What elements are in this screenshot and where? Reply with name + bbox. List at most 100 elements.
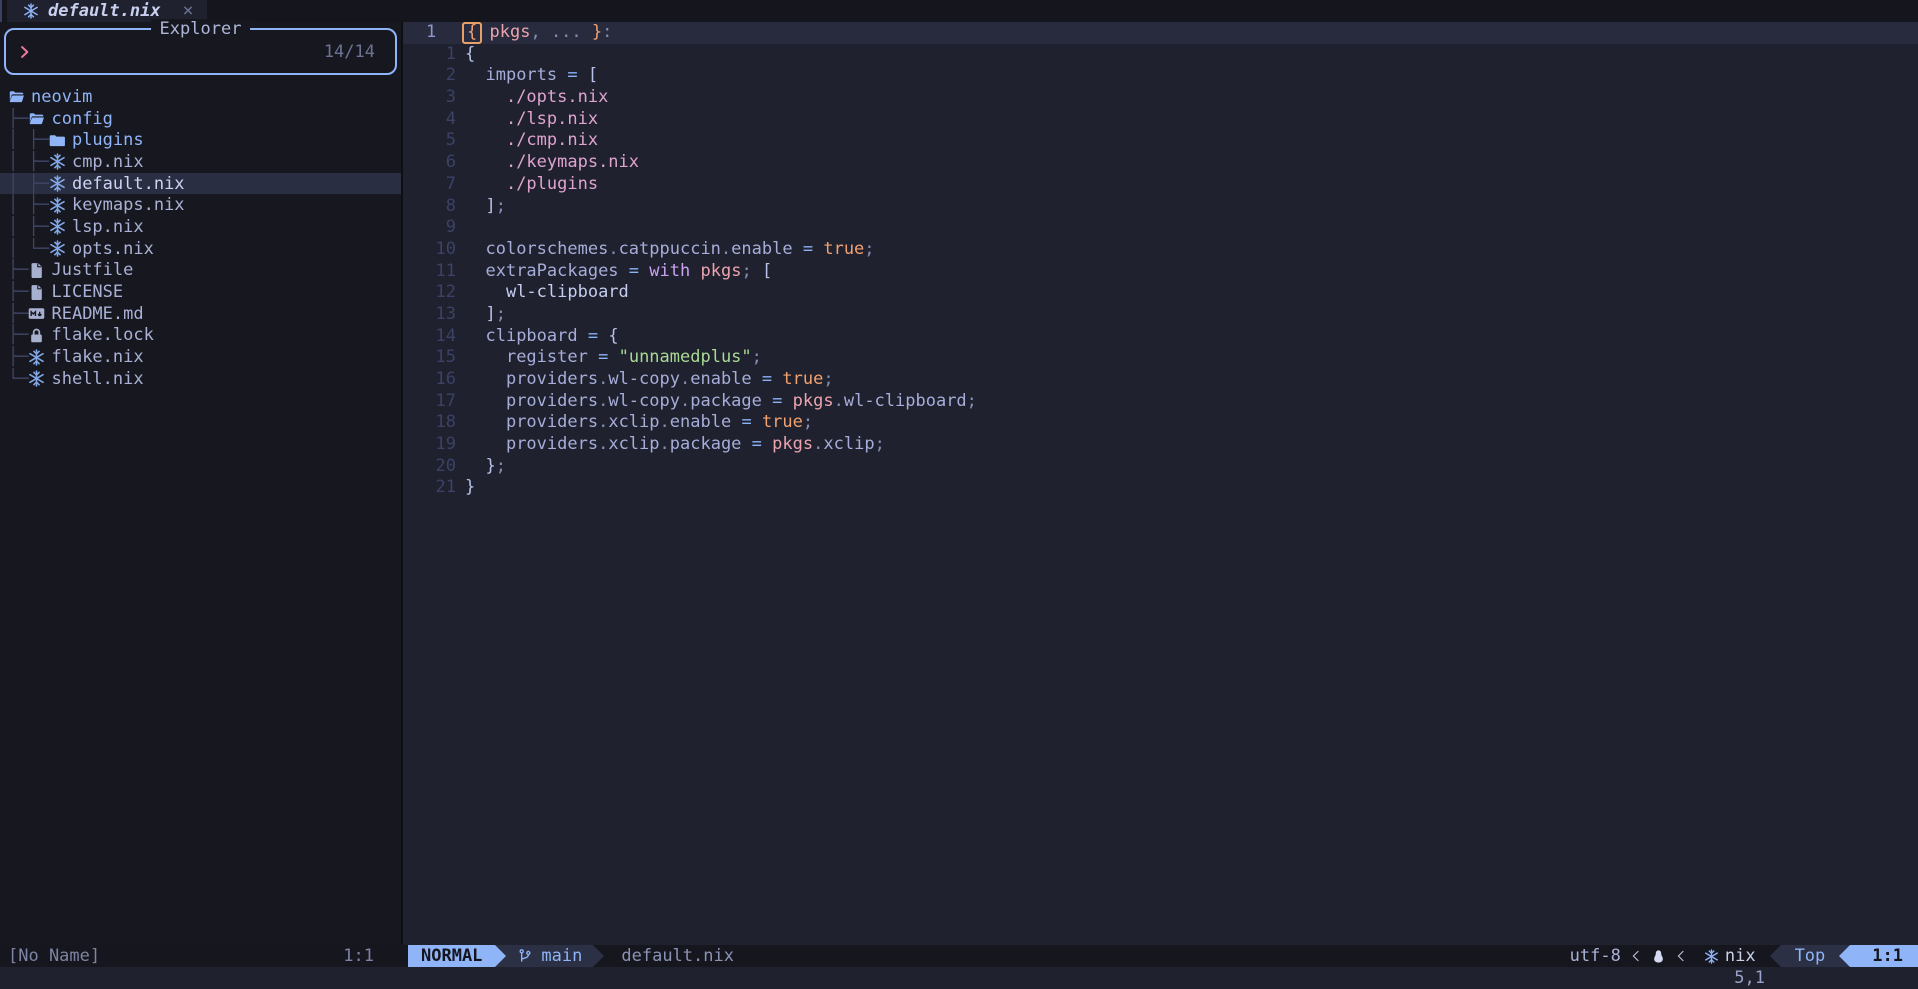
- tree-item-config[interactable]: ├─config: [0, 108, 401, 130]
- code-line-8[interactable]: 8 ];: [403, 196, 1918, 218]
- tree-item-lsp-nix[interactable]: │ ├─lsp.nix: [0, 216, 401, 238]
- nix-icon: [28, 349, 45, 366]
- code-token: {: [608, 326, 618, 348]
- chevron-left-icon: [1629, 949, 1643, 963]
- ruler-position: 5,1: [1734, 968, 1765, 988]
- code-token: .: [834, 391, 844, 413]
- powerline-separator: [495, 945, 506, 967]
- code-line-3[interactable]: 3 ./opts.nix: [403, 87, 1918, 109]
- code-line-17[interactable]: 17 providers.wl-copy.package = pkgs.wl-c…: [403, 391, 1918, 413]
- tree-item-justfile[interactable]: ├─Justfile: [0, 260, 401, 282]
- tree-item-readme-md[interactable]: ├─README.md: [0, 303, 401, 325]
- editor-buffer[interactable]: 1{ pkgs, ... }:1{2 imports = [3 ./opts.n…: [403, 22, 1918, 945]
- markdown-icon: [28, 305, 45, 322]
- line-number: 1: [403, 22, 456, 44]
- code-token: [465, 282, 506, 304]
- code-line-7[interactable]: 7 ./plugins: [403, 174, 1918, 196]
- code-line-15[interactable]: 15 register = "unnamedplus";: [403, 347, 1918, 369]
- explorer-filter-box[interactable]: Explorer 14/14: [4, 28, 397, 75]
- tree-item-shell-nix[interactable]: └─ shell.nix: [0, 368, 401, 390]
- code-line-13[interactable]: 13 ];: [403, 304, 1918, 326]
- code-line-4[interactable]: 4 ./lsp.nix: [403, 109, 1918, 131]
- tab-close-icon[interactable]: ×: [183, 2, 194, 20]
- code-token: providers: [506, 391, 598, 413]
- code-line-18[interactable]: 18 providers.xclip.enable = true;: [403, 412, 1918, 434]
- code-line-2[interactable]: 2 imports = [: [403, 65, 1918, 87]
- nix-icon: [49, 197, 66, 214]
- code-token: ;: [496, 456, 506, 478]
- code-line-6[interactable]: 6 ./keymaps.nix: [403, 152, 1918, 174]
- git-branch-segment[interactable]: main: [506, 945, 593, 967]
- nix-file-icon: [23, 3, 39, 19]
- tree-item-cmp-nix[interactable]: │ ├─cmp.nix: [0, 151, 401, 173]
- line-number: 17: [403, 391, 456, 413]
- line-number: 19: [403, 434, 456, 456]
- neovim-screen: default.nix × Explorer 14/14 neovim├─con…: [0, 0, 1918, 989]
- tree-item-keymaps-nix[interactable]: │ ├─keymaps.nix: [0, 194, 401, 216]
- tree-guide: │ ├─: [8, 130, 49, 150]
- tree-guide: └─: [8, 369, 28, 389]
- chevron-left-icon: [1674, 949, 1688, 963]
- tree-item-flake-nix[interactable]: ├─flake.nix: [0, 346, 401, 368]
- line-number: 12: [403, 282, 456, 304]
- code-line-10[interactable]: 10 colorschemes.catppuccin.enable = true…: [403, 239, 1918, 261]
- code-token: ]: [485, 196, 495, 218]
- code-token: clipboard: [485, 326, 577, 348]
- code-token: wl-clipboard: [506, 282, 629, 304]
- code-line-20[interactable]: 20 };: [403, 456, 1918, 478]
- tree-item-license[interactable]: ├─LICENSE: [0, 281, 401, 303]
- git-branch-name: main: [541, 946, 582, 966]
- code-line-16[interactable]: 16 providers.wl-copy.enable = true;: [403, 369, 1918, 391]
- tree-item-label: config: [51, 109, 112, 129]
- code-token: [: [588, 65, 598, 87]
- code-line-21[interactable]: 21}: [403, 477, 1918, 499]
- line-number: 20: [403, 456, 456, 478]
- code-token: [813, 239, 823, 261]
- statusline-main: NORMAL main default.nix utf-8 nix Top 1:…: [401, 945, 1918, 967]
- code-token: =: [752, 434, 762, 456]
- tree-guide: ├─: [8, 260, 28, 280]
- code-token: [578, 326, 588, 348]
- file-tree: neovim├─config│ ├─plugins│ ├─cmp.nix│ ├─…: [0, 86, 401, 390]
- tree-item-neovim[interactable]: neovim: [0, 86, 401, 108]
- filetype-label: nix: [1725, 946, 1756, 966]
- nix-icon: [49, 240, 66, 257]
- line-number: 15: [403, 347, 456, 369]
- tree-item-plugins[interactable]: │ ├─plugins: [0, 129, 401, 151]
- code-line-19[interactable]: 19 providers.xclip.package = pkgs.xclip;: [403, 434, 1918, 456]
- code-line-11[interactable]: 11 extraPackages = with pkgs; [: [403, 261, 1918, 283]
- code-line-9[interactable]: 9: [403, 217, 1918, 239]
- code-token: [752, 369, 762, 391]
- code-token: [588, 347, 598, 369]
- code-token: ./plugins: [506, 174, 598, 196]
- tree-item-flake-lock[interactable]: ├─flake.lock: [0, 325, 401, 347]
- tree-guide: │ └─: [8, 239, 49, 259]
- line-number: 14: [403, 326, 456, 348]
- code-token: package: [670, 434, 742, 456]
- command-line[interactable]: 5,1: [0, 967, 1918, 989]
- code-token: [690, 261, 700, 283]
- code-token: [752, 412, 762, 434]
- code-token: [731, 412, 741, 434]
- code-line-0[interactable]: 1{ pkgs, ... }:: [403, 22, 1918, 44]
- folder-open-icon: [28, 110, 45, 127]
- code-token: [465, 434, 506, 456]
- code-line-5[interactable]: 5 ./cmp.nix: [403, 130, 1918, 152]
- code-token: =: [762, 369, 772, 391]
- line-number: 3: [403, 87, 456, 109]
- code-line-14[interactable]: 14 clipboard = {: [403, 326, 1918, 348]
- scroll-position-segment: Top: [1781, 945, 1840, 967]
- tree-item-opts-nix[interactable]: │ └─ opts.nix: [0, 238, 401, 260]
- code-token: [608, 347, 618, 369]
- tree-item-label: keymaps.nix: [72, 195, 185, 215]
- nix-icon: [49, 153, 66, 170]
- line-number: 18: [403, 412, 456, 434]
- code-line-12[interactable]: 12 wl-clipboard: [403, 282, 1918, 304]
- line-number: 21: [403, 477, 456, 499]
- code-line-1[interactable]: 1{: [403, 44, 1918, 66]
- code-token: [782, 391, 792, 413]
- tree-item-label: shell.nix: [51, 369, 143, 389]
- tree-item-default-nix[interactable]: │ ├─default.nix: [0, 173, 401, 195]
- code-token: .: [598, 391, 608, 413]
- tree-item-label: opts.nix: [72, 239, 154, 259]
